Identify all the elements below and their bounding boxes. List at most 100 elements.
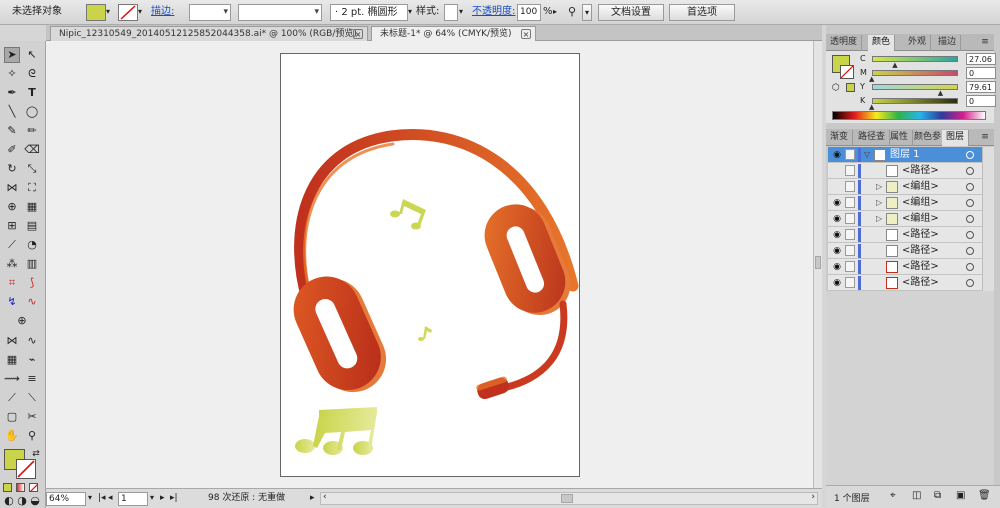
opacity-dropdown-icon[interactable]: ▸: [553, 4, 561, 21]
color-spectrum[interactable]: [832, 111, 986, 120]
style-swatch[interactable]: [444, 4, 458, 21]
layer-row-path[interactable]: ◉ <路径>: [828, 243, 982, 259]
symbol-sprayer-tool-icon[interactable]: ⁂: [4, 256, 20, 272]
layers-scrollbar[interactable]: [982, 147, 994, 291]
last-artboard-icon[interactable]: ▸|: [170, 492, 178, 506]
opacity-input[interactable]: 100: [517, 4, 541, 21]
zoom-select[interactable]: 64%: [46, 492, 86, 506]
black-handle[interactable]: ▲: [869, 104, 874, 111]
grid-tool-icon[interactable]: ▦: [4, 352, 20, 368]
align-tool-icon[interactable]: ≡: [24, 371, 40, 387]
ellipse-tool-icon[interactable]: ◯: [24, 104, 40, 120]
visibility-eye-icon[interactable]: ◉: [832, 150, 842, 160]
blob-brush-tool-icon[interactable]: ✐: [4, 142, 20, 158]
target-circle-icon[interactable]: [966, 199, 974, 207]
fill-swatch[interactable]: [86, 4, 106, 21]
draw-normal-icon[interactable]: ◐: [3, 493, 15, 508]
status-menu-icon[interactable]: ▸: [310, 492, 315, 506]
layer-row-path[interactable]: ◉ <路径>: [828, 275, 982, 291]
document-tab-nipic[interactable]: Nipic_12310549_20140512125852044358.ai* …: [50, 26, 368, 41]
cyan-slider[interactable]: C ▲ 27.06: [838, 53, 996, 69]
lock-toggle[interactable]: [845, 165, 855, 176]
expand-arrow-icon[interactable]: ▷: [876, 180, 882, 194]
black-slider[interactable]: K ▲ 0: [838, 95, 996, 111]
close-tab-icon[interactable]: ×: [521, 29, 531, 39]
type-tool-icon[interactable]: T: [24, 85, 40, 101]
artboard-number-field[interactable]: 1: [118, 492, 148, 506]
lock-toggle[interactable]: [845, 245, 855, 256]
document-tab-untitled[interactable]: 未标题-1* @ 64% (CMYK/预览) ×: [371, 26, 536, 41]
document-setup-button[interactable]: 文档设置: [598, 4, 664, 21]
tab-layers[interactable]: 图层: [942, 130, 970, 146]
make-clipping-mask-icon[interactable]: ◫: [912, 490, 921, 501]
layer-row-group[interactable]: ◉ ▷ <编组>: [828, 211, 982, 227]
draw-inside-icon[interactable]: ◒: [29, 493, 41, 508]
black-gradient[interactable]: [872, 98, 958, 104]
graph-tool-icon[interactable]: ⟿: [4, 371, 20, 387]
swap-fill-stroke-icon[interactable]: ⇄: [30, 446, 42, 462]
draw-behind-icon[interactable]: ◑: [16, 493, 28, 508]
target-circle-icon[interactable]: [966, 167, 974, 175]
scale-tool-icon[interactable]: ⤡: [24, 161, 40, 177]
first-artboard-icon[interactable]: |◂: [98, 492, 106, 506]
horizontal-scrollbar[interactable]: ‹ ›: [320, 492, 818, 505]
color-mode-button[interactable]: [3, 483, 12, 492]
layer-row-path[interactable]: ◉ <路径>: [828, 227, 982, 243]
tab-attributes[interactable]: 属性: [886, 130, 914, 146]
tab-stroke[interactable]: 描边: [934, 35, 962, 51]
target-circle-icon[interactable]: [966, 215, 974, 223]
visibility-eye-icon[interactable]: ◉: [832, 230, 842, 240]
magenta-value[interactable]: 0: [966, 67, 996, 79]
layer-row-group[interactable]: ▷ <编组>: [828, 179, 982, 195]
new-layer-icon[interactable]: ▣: [956, 490, 965, 501]
eraser-tool-icon[interactable]: ⌫: [24, 142, 40, 158]
pencil-tool-icon[interactable]: ✏: [24, 123, 40, 139]
brush-definition-select[interactable]: · 2 pt. 椭圆形: [330, 4, 408, 21]
visibility-eye-icon[interactable]: ◉: [832, 198, 842, 208]
knife-tool-icon[interactable]: ⟍: [24, 390, 40, 406]
curve-tool-icon[interactable]: ∿: [24, 294, 40, 310]
brush-dropdown-icon[interactable]: ▾: [408, 4, 416, 21]
layer-name[interactable]: <路径>: [902, 243, 939, 259]
layer-row-layer-1[interactable]: ◉ ▽ 图层 1: [828, 147, 982, 163]
layer-name[interactable]: <编组>: [902, 211, 939, 227]
expand-arrow-icon[interactable]: ▷: [876, 212, 882, 226]
style-dropdown-icon[interactable]: ▾: [459, 4, 467, 21]
free-transform-tool-icon[interactable]: ⛶: [24, 180, 40, 196]
stroke-dropdown-icon[interactable]: ▾: [138, 4, 148, 21]
pen-tool-icon[interactable]: ✒: [4, 85, 20, 101]
target-circle-icon[interactable]: [966, 263, 974, 271]
target-circle-icon[interactable]: [966, 151, 974, 159]
lock-toggle[interactable]: [845, 229, 855, 240]
width-tool-icon[interactable]: ⋈: [4, 180, 20, 196]
visibility-eye-icon[interactable]: [832, 182, 842, 192]
measure-tool-icon[interactable]: ⟋: [4, 390, 20, 406]
variable-width-profile[interactable]: [238, 4, 322, 21]
zoom-dropdown-icon[interactable]: ▾: [88, 492, 96, 506]
warp-tool-icon[interactable]: ⋈: [4, 333, 20, 349]
target-circle-icon[interactable]: [966, 183, 974, 191]
close-tab-icon[interactable]: ×: [353, 29, 363, 39]
artboard[interactable]: [280, 53, 580, 477]
tab-pathfinder[interactable]: 路径查: [854, 130, 891, 146]
layer-name[interactable]: <路径>: [902, 163, 939, 179]
layer-name[interactable]: <路径>: [902, 275, 939, 291]
lasso-tool-icon[interactable]: ᘓ: [24, 66, 40, 82]
tab-color[interactable]: 颜色: [868, 35, 896, 51]
artboard-tool-icon[interactable]: ⌗: [4, 275, 20, 291]
yellow-slider[interactable]: Y ▲ 79.61: [838, 81, 996, 97]
direct-selection-tool-icon[interactable]: ↖: [24, 47, 40, 63]
tab-gradient[interactable]: 渐变: [826, 130, 854, 146]
locate-object-icon[interactable]: ⌖: [890, 490, 896, 501]
shape-builder-tool-icon[interactable]: ⊕: [4, 199, 20, 215]
panel-menu-icon[interactable]: ≡: [979, 131, 991, 143]
visibility-eye-icon[interactable]: ◉: [832, 262, 842, 272]
stroke-weight-field[interactable]: [189, 4, 231, 21]
slice-tool-icon[interactable]: ⟆: [24, 275, 40, 291]
selection-tool-icon[interactable]: ➤: [4, 47, 20, 63]
gradient-mode-button[interactable]: [16, 483, 25, 492]
blend-tool-icon[interactable]: ◔: [24, 237, 40, 253]
opacity-label[interactable]: 不透明度:: [472, 4, 515, 21]
cyan-value[interactable]: 27.06: [966, 53, 996, 65]
target-circle-icon[interactable]: [966, 231, 974, 239]
